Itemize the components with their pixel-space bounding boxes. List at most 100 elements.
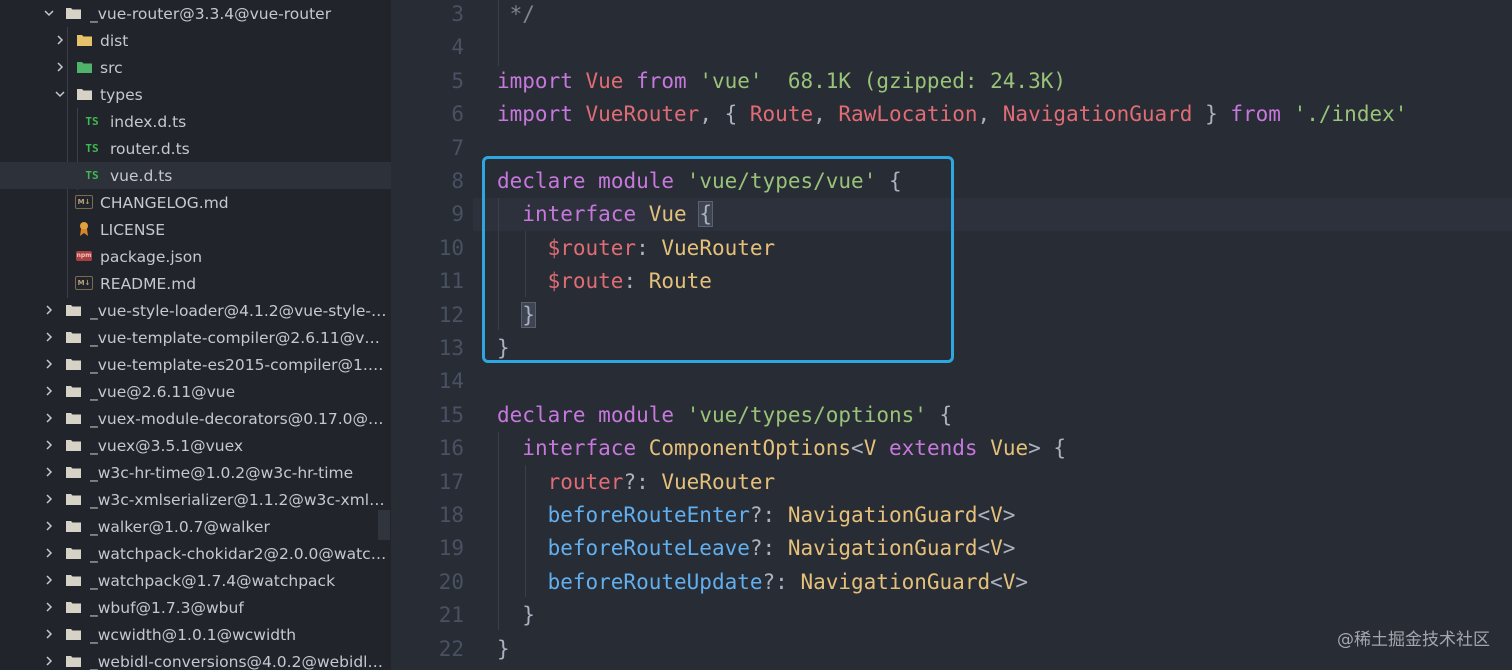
code-line[interactable]: import VueRouter, { Route, RawLocation, … [497, 98, 1407, 131]
tree-item[interactable]: _vue-router@3.3.4@vue-router [0, 0, 391, 27]
line-number: 21 [438, 603, 464, 628]
tree-item[interactable]: _webidl-conversions@4.0.2@webidl-c... [0, 648, 391, 670]
tree-item[interactable]: _vue@2.6.11@vue [0, 378, 391, 405]
chevron-down-icon[interactable] [42, 6, 56, 20]
tree-item[interactable]: _w3c-xmlserializer@1.1.2@w3c-xmlse... [0, 486, 391, 513]
folder-icon [63, 356, 83, 372]
tree-item[interactable]: _watchpack@1.7.4@watchpack [0, 567, 391, 594]
chevron-right-icon[interactable] [42, 546, 56, 560]
line-number: 12 [438, 302, 464, 327]
chevron-right-icon[interactable] [42, 654, 56, 668]
tree-item[interactable]: _watchpack-chokidar2@2.0.0@watch... [0, 540, 391, 567]
code-line[interactable]: interface ComponentOptions<V extends Vue… [497, 432, 1066, 465]
code-token: */ [497, 2, 535, 26]
code-token: > [1002, 503, 1016, 527]
line-number: 9 [451, 202, 464, 227]
tree-item[interactable]: _vue-template-compiler@2.6.11@vue-... [0, 324, 391, 351]
tree-item[interactable]: _walker@1.0.7@walker [0, 513, 391, 540]
tree-item[interactable]: LICENSE [0, 216, 391, 243]
tree-item[interactable]: src [0, 54, 391, 81]
folder-icon [63, 545, 83, 561]
line-number: 11 [438, 269, 464, 294]
tree-item-label: _vue-template-compiler@2.6.11@vue-... [90, 328, 388, 347]
chevron-right-icon[interactable] [42, 465, 56, 479]
code-line[interactable]: beforeRouteEnter?: NavigationGuard<V> [497, 499, 1016, 532]
code-line[interactable]: } [497, 633, 510, 666]
line-number: 18 [438, 503, 464, 527]
tree-item-label: _vuex@3.5.1@vuex [90, 436, 244, 455]
code-token: beforeRouteEnter [547, 503, 750, 527]
typescript-file-icon: TS [82, 140, 102, 156]
code-line[interactable]: import Vue from 'vue' 68.1K (gzipped: 24… [497, 65, 1066, 98]
tree-item[interactable]: npm package.json [0, 243, 391, 270]
tree-item[interactable]: dist [0, 27, 391, 54]
tree-item-label: _vue@2.6.11@vue [90, 382, 236, 401]
tree-item[interactable]: _w3c-hr-time@1.0.2@w3c-hr-time [0, 459, 391, 486]
chevron-right-icon[interactable] [42, 573, 56, 587]
chevron-right-icon[interactable] [42, 600, 56, 614]
code-line[interactable]: beforeRouteUpdate?: NavigationGuard<V> [497, 566, 1029, 599]
code-token: router [547, 469, 624, 494]
code-line[interactable]: */ [497, 0, 535, 31]
tree-item[interactable]: TS router.d.ts [0, 135, 391, 162]
tree-item-label: src [100, 58, 123, 77]
tree-item-label: _watchpack@1.7.4@watchpack [90, 571, 336, 590]
chevron-right-icon[interactable] [42, 384, 56, 398]
tree-item-label: _webidl-conversions@4.0.2@webidl-c... [90, 652, 388, 670]
chevron-right-icon[interactable] [42, 330, 56, 344]
chevron-right-icon[interactable] [42, 438, 56, 452]
folder-icon [63, 491, 83, 507]
chevron-right-icon[interactable] [53, 60, 67, 74]
tree-item[interactable]: TS vue.d.ts [0, 162, 391, 189]
tree-item-label: README.md [100, 274, 197, 293]
chevron-right-icon[interactable] [42, 492, 56, 506]
line-number: 3 [451, 2, 464, 26]
code-token: declare [497, 402, 586, 427]
tree-item[interactable]: _wcwidth@1.0.1@wcwidth [0, 621, 391, 648]
tree-item-label: LICENSE [100, 220, 166, 239]
tree-item-label: CHANGELOG.md [100, 193, 229, 212]
tree-item[interactable]: _wbuf@1.7.3@wbuf [0, 594, 391, 621]
tree-item[interactable]: types [0, 81, 391, 108]
sidebar-scrollbar[interactable] [378, 510, 390, 540]
line-number: 15 [438, 402, 464, 427]
chevron-right-icon[interactable] [42, 411, 56, 425]
line-number: 10 [438, 235, 464, 260]
tree-item[interactable]: M↓ CHANGELOG.md [0, 189, 391, 216]
chevron-right-icon[interactable] [42, 357, 56, 371]
line-number: 20 [438, 569, 464, 594]
tree-item[interactable]: TS index.d.ts [0, 108, 391, 135]
tree-item-label: _wcwidth@1.0.1@wcwidth [90, 625, 297, 644]
tree-item-label: dist [100, 31, 129, 50]
code-token: V [990, 503, 1003, 527]
icon-glyph: TS [85, 141, 99, 155]
line-number: 5 [451, 68, 464, 93]
code-line[interactable]: } [497, 599, 535, 632]
code-token: < [851, 436, 864, 461]
code-token: interface [522, 436, 637, 461]
tree-item[interactable]: _vuex@3.5.1@vuex [0, 432, 391, 459]
code-line[interactable]: router?: VueRouter [497, 466, 776, 499]
code-line[interactable]: declare module 'vue/types/options' { [497, 399, 952, 432]
chevron-right-icon[interactable] [42, 627, 56, 641]
tree-item[interactable]: _vue-template-es2015-compiler@1.9.... [0, 351, 391, 378]
chevron-right-icon[interactable] [53, 33, 67, 47]
code-line[interactable]: beforeRouteLeave?: NavigationGuard<V> [497, 532, 1016, 565]
chevron-down-icon[interactable] [53, 87, 67, 101]
line-number: 7 [451, 135, 464, 160]
tree-item[interactable]: M↓ README.md [0, 270, 391, 297]
tree-item[interactable]: _vuex-module-decorators@0.17.0@vu... [0, 405, 391, 432]
tree-item[interactable]: _vue-style-loader@4.1.2@vue-style-l... [0, 297, 391, 324]
code-token: ComponentOptions [648, 436, 852, 461]
code-token: Route [749, 102, 814, 127]
icon-glyph: M↓ [75, 195, 93, 209]
code-token: ?: [749, 503, 788, 527]
chevron-right-icon[interactable] [42, 303, 56, 317]
code-token: > [1002, 536, 1016, 561]
chevron-right-icon[interactable] [42, 519, 56, 533]
